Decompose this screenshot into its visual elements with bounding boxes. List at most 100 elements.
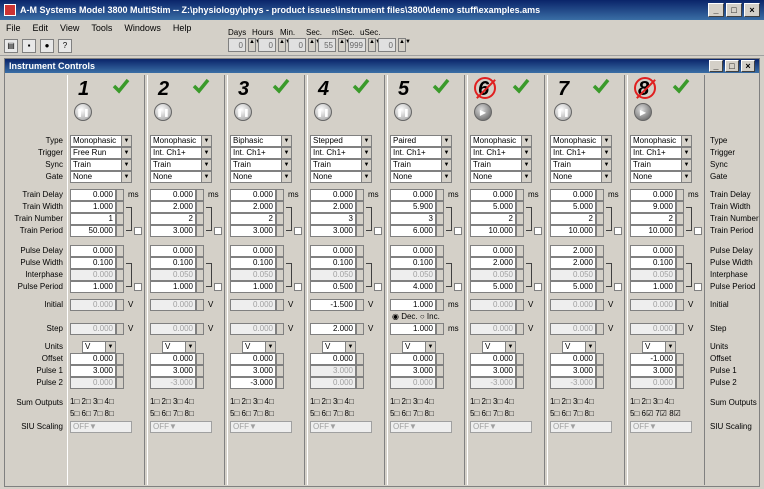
siu-scaling-select[interactable]: OFF▼ bbox=[150, 421, 212, 433]
train-delay-field[interactable]: 0.000 bbox=[230, 189, 276, 201]
train-width-field[interactable]: 5.900 bbox=[390, 201, 436, 213]
sum-outputs-row-1[interactable]: 1□ 2□ 3□ 4□ bbox=[550, 397, 594, 406]
spin-button[interactable] bbox=[356, 213, 364, 225]
spin-button[interactable] bbox=[516, 245, 524, 257]
train-period-checkbox[interactable] bbox=[294, 227, 302, 235]
spin-button[interactable] bbox=[596, 189, 604, 201]
spin-button[interactable] bbox=[676, 377, 684, 389]
chevron-down-icon[interactable]: ▼ bbox=[489, 422, 497, 431]
step-field[interactable]: 0.000 bbox=[230, 323, 276, 335]
spin-button[interactable] bbox=[116, 245, 124, 257]
chevron-down-icon[interactable]: ▼ bbox=[681, 160, 691, 170]
step-field[interactable]: 1.000 bbox=[390, 323, 436, 335]
pause-icon[interactable]: ❚❚ bbox=[554, 103, 572, 121]
spin-button[interactable] bbox=[596, 323, 604, 335]
chevron-down-icon[interactable]: ▼ bbox=[121, 160, 131, 170]
dec-inc-radio[interactable]: ◉ Dec. ○ Inc. bbox=[392, 312, 440, 321]
train-period-field[interactable]: 50.000 bbox=[70, 225, 116, 237]
trigger-select[interactable]: Int. Ch1+ ▼ bbox=[630, 147, 692, 159]
maximize-button[interactable]: □ bbox=[726, 3, 742, 17]
pulse-period-checkbox[interactable] bbox=[694, 283, 702, 291]
chevron-down-icon[interactable]: ▼ bbox=[361, 172, 371, 182]
trigger-select[interactable]: Int. Ch1+ ▼ bbox=[550, 147, 612, 159]
train-width-field[interactable]: 9.000 bbox=[630, 201, 676, 213]
spin-button[interactable] bbox=[116, 299, 124, 311]
spin-button[interactable] bbox=[676, 365, 684, 377]
gate-select[interactable]: None ▼ bbox=[230, 171, 292, 183]
type-select[interactable]: Monophasic ▼ bbox=[470, 135, 532, 147]
sync-select[interactable]: Train ▼ bbox=[390, 159, 452, 171]
initial-field[interactable]: -1.500 bbox=[310, 299, 356, 311]
offset-field[interactable]: 0.000 bbox=[550, 353, 596, 365]
pulse-width-field[interactable]: 0.100 bbox=[150, 257, 196, 269]
chevron-down-icon[interactable]: ▼ bbox=[249, 422, 257, 431]
pulse1-field[interactable]: 3.000 bbox=[230, 365, 276, 377]
chevron-down-icon[interactable]: ▼ bbox=[441, 136, 451, 146]
chevron-down-icon[interactable]: ▼ bbox=[121, 148, 131, 158]
spin-button[interactable] bbox=[676, 245, 684, 257]
chevron-down-icon[interactable]: ▼ bbox=[409, 422, 417, 431]
spin-button[interactable] bbox=[436, 245, 444, 257]
train-number-field[interactable]: 2 bbox=[550, 213, 596, 225]
pulse-delay-field[interactable]: 0.000 bbox=[230, 245, 276, 257]
spin-button[interactable] bbox=[196, 299, 204, 311]
pulse-period-checkbox[interactable] bbox=[214, 283, 222, 291]
offset-field[interactable]: 0.000 bbox=[150, 353, 196, 365]
spin-button[interactable] bbox=[116, 281, 124, 293]
chevron-down-icon[interactable]: ▼ bbox=[681, 148, 691, 158]
chevron-down-icon[interactable]: ▼ bbox=[361, 136, 371, 146]
pulse-width-field[interactable]: 0.100 bbox=[390, 257, 436, 269]
pulse-width-field[interactable]: 2.000 bbox=[550, 257, 596, 269]
sum-outputs-row-1[interactable]: 1□ 2□ 3□ 4□ bbox=[70, 397, 114, 406]
trigger-select[interactable]: Int. Ch1+ ▼ bbox=[470, 147, 532, 159]
spin-button[interactable] bbox=[436, 365, 444, 377]
step-field[interactable]: 0.000 bbox=[150, 323, 196, 335]
pause-icon[interactable]: ❚❚ bbox=[394, 103, 412, 121]
pulse-delay-field[interactable]: 0.000 bbox=[70, 245, 116, 257]
spin-button[interactable] bbox=[676, 213, 684, 225]
interphase-field[interactable]: 0.050 bbox=[150, 269, 196, 281]
chevron-down-icon[interactable]: ▼ bbox=[201, 160, 211, 170]
chevron-down-icon[interactable]: ▼ bbox=[361, 148, 371, 158]
spin-button[interactable] bbox=[356, 245, 364, 257]
step-field[interactable]: 0.000 bbox=[550, 323, 596, 335]
spin-button[interactable] bbox=[436, 323, 444, 335]
spin-button[interactable] bbox=[676, 189, 684, 201]
pulse-period-checkbox[interactable] bbox=[454, 283, 462, 291]
siu-scaling-select[interactable]: OFF▼ bbox=[390, 421, 452, 433]
spin-button[interactable] bbox=[276, 281, 284, 293]
pulse-delay-field[interactable]: 0.000 bbox=[470, 245, 516, 257]
time-spin-button[interactable]: ▲▼ bbox=[248, 38, 261, 52]
spin-button[interactable] bbox=[116, 257, 124, 269]
train-width-field[interactable]: 2.000 bbox=[230, 201, 276, 213]
chevron-down-icon[interactable]: ▼ bbox=[201, 136, 211, 146]
train-period-checkbox[interactable] bbox=[134, 227, 142, 235]
chevron-down-icon[interactable]: ▼ bbox=[265, 342, 275, 352]
trigger-select[interactable]: Int. Ch1+ ▼ bbox=[150, 147, 212, 159]
chevron-down-icon[interactable]: ▼ bbox=[569, 422, 577, 431]
chevron-down-icon[interactable]: ▼ bbox=[89, 422, 97, 431]
train-width-field[interactable]: 2.000 bbox=[310, 201, 356, 213]
spin-button[interactable] bbox=[116, 323, 124, 335]
gate-select[interactable]: None ▼ bbox=[630, 171, 692, 183]
chevron-down-icon[interactable]: ▼ bbox=[121, 172, 131, 182]
train-period-checkbox[interactable] bbox=[534, 227, 542, 235]
trigger-select[interactable]: Int. Ch1+ ▼ bbox=[390, 147, 452, 159]
initial-field[interactable]: 0.000 bbox=[70, 299, 116, 311]
time-spin-button[interactable]: ▲▼ bbox=[368, 38, 381, 52]
spin-button[interactable] bbox=[196, 213, 204, 225]
offset-field[interactable]: 0.000 bbox=[70, 353, 116, 365]
spin-button[interactable] bbox=[676, 323, 684, 335]
type-select[interactable]: Paired ▼ bbox=[390, 135, 452, 147]
checkmark-icon[interactable] bbox=[592, 77, 610, 95]
spin-button[interactable] bbox=[276, 269, 284, 281]
train-period-checkbox[interactable] bbox=[454, 227, 462, 235]
interphase-field[interactable]: 0.050 bbox=[550, 269, 596, 281]
spin-button[interactable] bbox=[516, 281, 524, 293]
spin-button[interactable] bbox=[116, 213, 124, 225]
sum-outputs-row-2[interactable]: 5□ 6□ 7□ 8□ bbox=[310, 409, 354, 418]
pulse2-field[interactable]: -3.000 bbox=[470, 377, 516, 389]
initial-field[interactable]: 1.000 bbox=[390, 299, 436, 311]
spin-button[interactable] bbox=[436, 353, 444, 365]
spin-button[interactable] bbox=[356, 323, 364, 335]
